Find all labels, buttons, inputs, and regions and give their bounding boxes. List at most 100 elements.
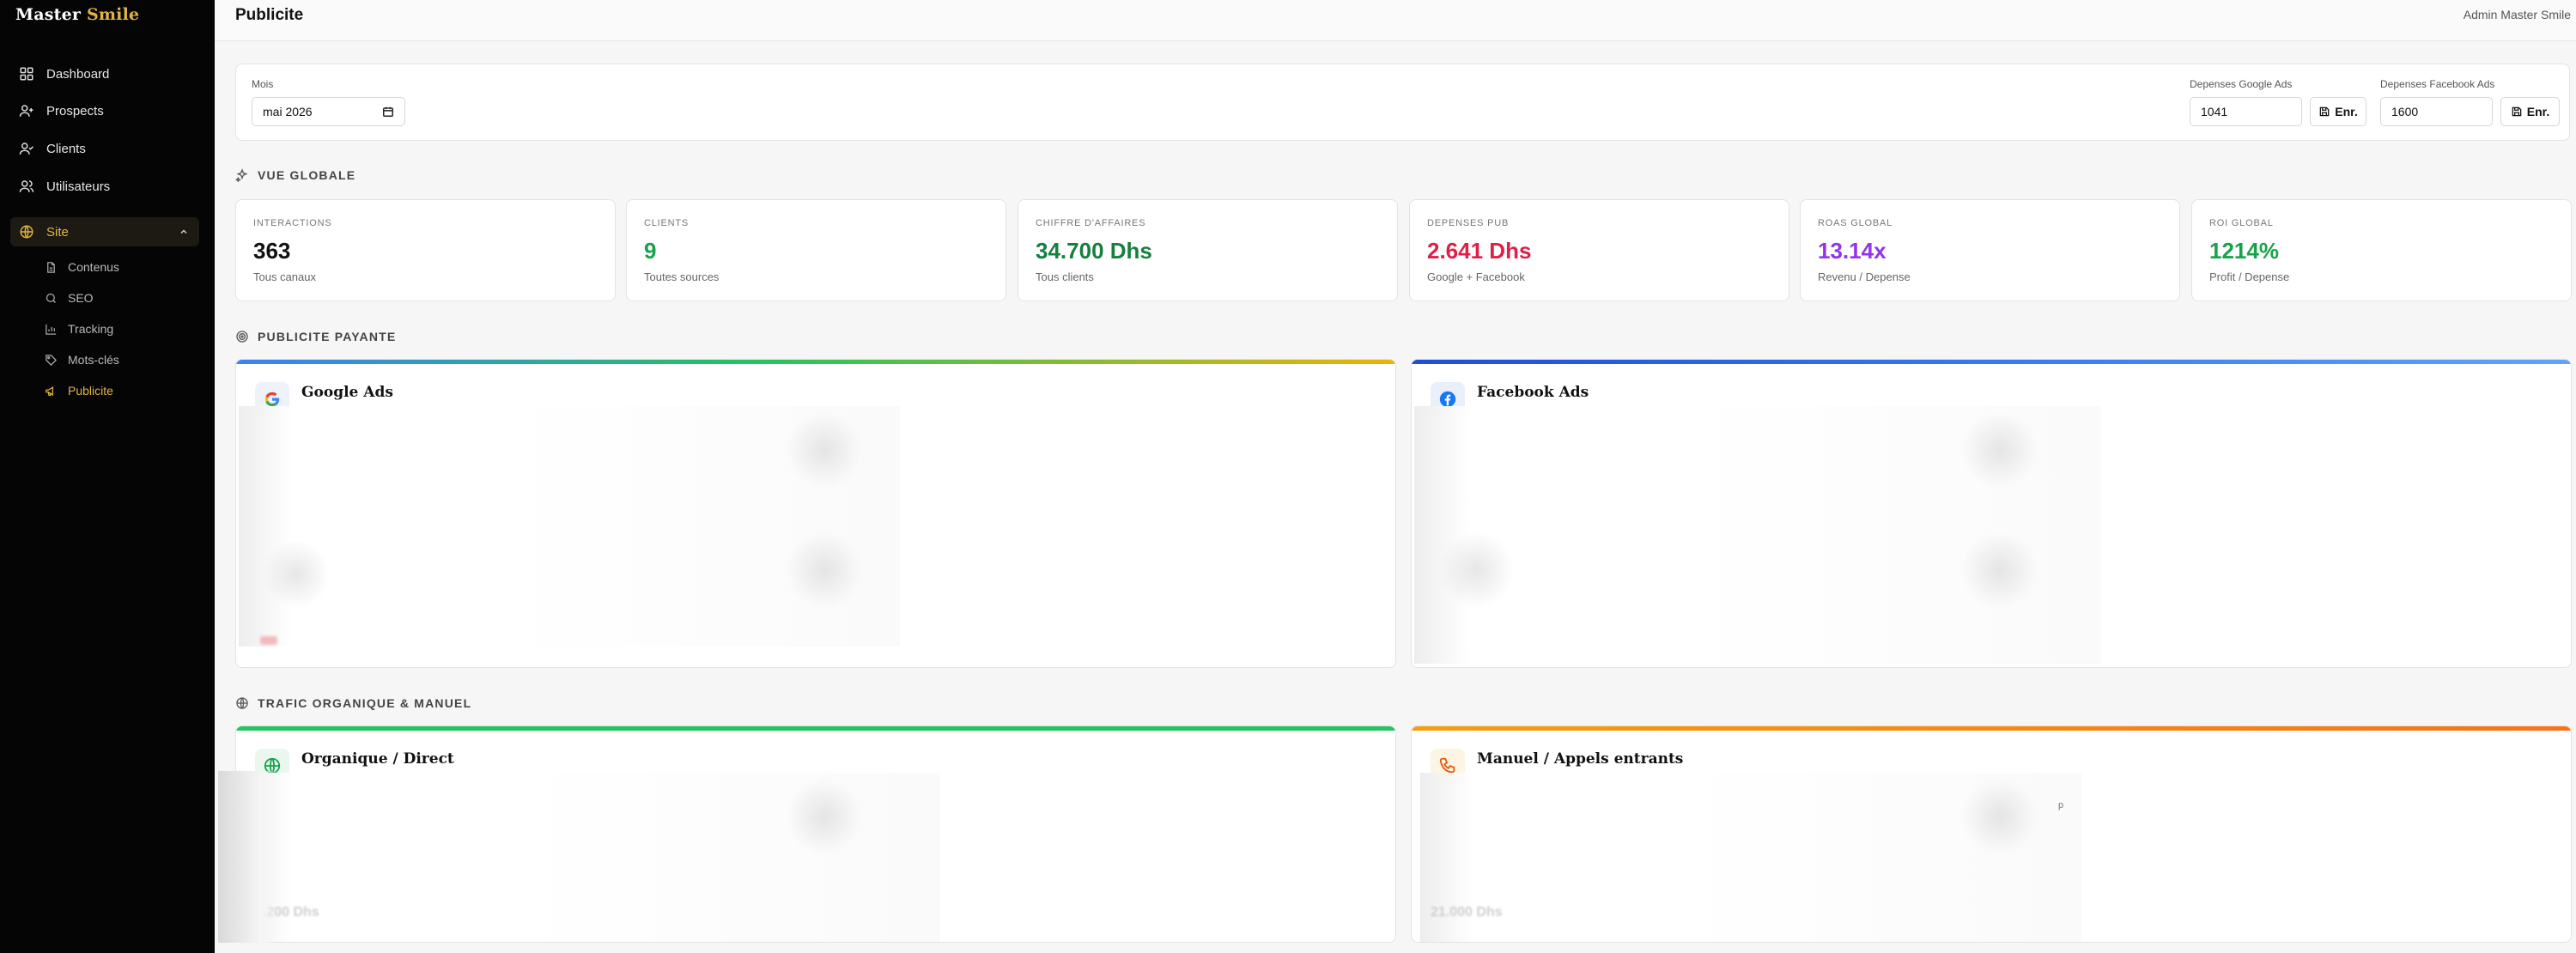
grid-icon bbox=[20, 67, 33, 81]
blurred-red-value bbox=[260, 636, 277, 645]
google-ads-panel: Google Ads bbox=[235, 359, 1396, 668]
tag-icon bbox=[46, 354, 58, 366]
brand-logo[interactable]: Master Smile bbox=[15, 5, 139, 24]
calendar-icon[interactable] bbox=[382, 106, 394, 118]
google-spend-input[interactable]: 1041 bbox=[2190, 97, 2302, 126]
blurred-metric bbox=[786, 778, 863, 855]
month-value: mai 2026 bbox=[263, 105, 313, 118]
month-label: Mois bbox=[252, 78, 274, 90]
panel-accent-bar bbox=[1412, 360, 2571, 364]
kpi-sub: Tous clients bbox=[1036, 270, 1094, 283]
blurred-metric bbox=[786, 531, 863, 609]
manuel-appels-panel: Manuel / Appels entrants p 21.000 Dhs bbox=[1411, 725, 2572, 943]
save-label: Enr. bbox=[2335, 105, 2358, 118]
kpi-label: DEPENSES PUB bbox=[1427, 218, 1510, 228]
kpi-sub: Profit / Depense bbox=[2209, 270, 2290, 283]
save-google-button[interactable]: Enr. bbox=[2310, 97, 2366, 126]
blurred-metric bbox=[1961, 778, 2038, 855]
kpi-label: INTERACTIONS bbox=[253, 218, 332, 228]
kpi-card-depenses-pub: DEPENSES PUB 2.641 Dhs Google + Facebook bbox=[1409, 199, 1789, 301]
sidebar-subitem-contenus[interactable]: Contenus bbox=[45, 256, 119, 278]
sidebar-subitem-seo[interactable]: SEO bbox=[45, 287, 94, 309]
google-spend-value: 1041 bbox=[2201, 105, 2228, 118]
organique-direct-panel: Organique / Direct 2.200 Dhs bbox=[235, 725, 1396, 943]
chevron-up-icon[interactable] bbox=[179, 227, 189, 237]
globe-icon bbox=[236, 697, 248, 709]
google-spend-label: Depenses Google Ads bbox=[2190, 78, 2293, 90]
kpi-label: ROI GLOBAL bbox=[2209, 218, 2274, 228]
section-vue-globale: VUE GLOBALE bbox=[235, 168, 355, 182]
facebook-ads-panel: Facebook Ads bbox=[1411, 359, 2572, 668]
sidebar-item-utilisateurs[interactable]: Utilisateurs bbox=[10, 172, 199, 201]
sidebar-item-site[interactable]: Site bbox=[10, 217, 199, 246]
sidebar: Master Smile Dashboard Prospects Clients… bbox=[0, 0, 215, 953]
save-facebook-button[interactable]: Enr. bbox=[2500, 97, 2560, 126]
sparkles-icon bbox=[235, 168, 248, 182]
section-title: PUBLICITE PAYANTE bbox=[258, 330, 397, 343]
kpi-value: 1214% bbox=[2209, 238, 2279, 264]
megaphone-icon bbox=[46, 385, 53, 396]
section-title: VUE GLOBALE bbox=[258, 168, 356, 182]
file-icon bbox=[47, 261, 55, 273]
kpi-label: CLIENTS bbox=[644, 218, 690, 228]
sidebar-subitem-mots-cles[interactable]: Mots-clés bbox=[45, 349, 119, 371]
sidebar-subitem-label: SEO bbox=[68, 291, 94, 305]
kpi-label: CHIFFRE D'AFFAIRES bbox=[1036, 218, 1146, 228]
user-name[interactable]: Admin Master Smile bbox=[2464, 8, 2571, 21]
blurred-metric bbox=[262, 540, 331, 609]
spend-filter-card: Mois mai 2026 Depenses Google Ads 1041 E… bbox=[235, 64, 2570, 141]
panel-accent-bar bbox=[1412, 726, 2571, 731]
sidebar-item-label: Dashboard bbox=[46, 66, 110, 82]
sidebar-subitem-label: Mots-clés bbox=[68, 353, 119, 367]
sidebar-subitem-publicite[interactable]: Publicite bbox=[45, 379, 113, 402]
facebook-spend-input[interactable]: 1600 bbox=[2380, 97, 2493, 126]
sidebar-item-dashboard[interactable]: Dashboard bbox=[10, 59, 199, 88]
sidebar-item-prospects[interactable]: Prospects bbox=[10, 96, 199, 125]
users-icon bbox=[19, 180, 34, 192]
user-plus-icon bbox=[19, 105, 33, 117]
kpi-sub: Google + Facebook bbox=[1427, 270, 1525, 283]
save-label: Enr. bbox=[2526, 105, 2550, 118]
month-picker[interactable]: mai 2026 bbox=[252, 97, 405, 126]
kpi-sub: Revenu / Depense bbox=[1818, 270, 1911, 283]
globe-icon bbox=[20, 225, 33, 239]
kpi-card-chiffre-affaires: CHIFFRE D'AFFAIRES 34.700 Dhs Tous clien… bbox=[1018, 199, 1398, 301]
sidebar-item-label: Clients bbox=[46, 141, 86, 156]
search-icon bbox=[46, 293, 56, 303]
kpi-sub: Toutes sources bbox=[644, 270, 720, 283]
sidebar-subitem-label: Publicite bbox=[68, 384, 113, 398]
save-icon bbox=[2319, 106, 2330, 117]
kpi-sub: Tous canaux bbox=[253, 270, 316, 283]
kpi-card-interactions: INTERACTIONS 363 Tous canaux bbox=[235, 199, 616, 301]
blurred-metric bbox=[1961, 411, 2038, 489]
sidebar-item-label: Site bbox=[46, 224, 69, 240]
kpi-value: 9 bbox=[644, 238, 657, 264]
section-trafic-organique: TRAFIC ORGANIQUE & MANUEL bbox=[235, 696, 471, 710]
blurred-revenue: 21.000 Dhs bbox=[1431, 905, 1503, 920]
blurred-metric bbox=[1961, 531, 2038, 609]
kpi-card-roas-global: ROAS GLOBAL 13.14x Revenu / Depense bbox=[1800, 199, 2180, 301]
kpi-value: 13.14x bbox=[1818, 238, 1886, 264]
target-icon bbox=[236, 331, 248, 343]
panel-title: Manuel / Appels entrants bbox=[1477, 750, 1684, 768]
chart-icon bbox=[46, 324, 57, 335]
sidebar-item-clients[interactable]: Clients bbox=[10, 134, 199, 163]
save-icon bbox=[2512, 106, 2522, 117]
facebook-spend-label: Depenses Facebook Ads bbox=[2380, 78, 2495, 90]
sidebar-subitem-tracking[interactable]: Tracking bbox=[45, 318, 113, 340]
blurred-metric bbox=[1437, 531, 1515, 609]
page-title: Publicite bbox=[235, 6, 304, 24]
sidebar-item-label: Utilisateurs bbox=[46, 179, 111, 194]
blurred-overlay bbox=[218, 771, 278, 943]
sidebar-subitem-label: Contenus bbox=[68, 260, 119, 274]
panel-title: Google Ads bbox=[301, 384, 393, 401]
panel-accent-bar bbox=[236, 360, 1395, 364]
stray-text: p bbox=[2058, 800, 2064, 810]
kpi-card-clients: CLIENTS 9 Toutes sources bbox=[626, 199, 1006, 301]
facebook-spend-value: 1600 bbox=[2391, 105, 2419, 118]
topbar: Publicite Admin Master Smile bbox=[215, 0, 2576, 41]
section-publicite-payante: PUBLICITE PAYANTE bbox=[235, 330, 396, 343]
panel-accent-bar bbox=[236, 726, 1395, 731]
kpi-value: 363 bbox=[253, 238, 291, 264]
sidebar-item-label: Prospects bbox=[46, 103, 104, 118]
